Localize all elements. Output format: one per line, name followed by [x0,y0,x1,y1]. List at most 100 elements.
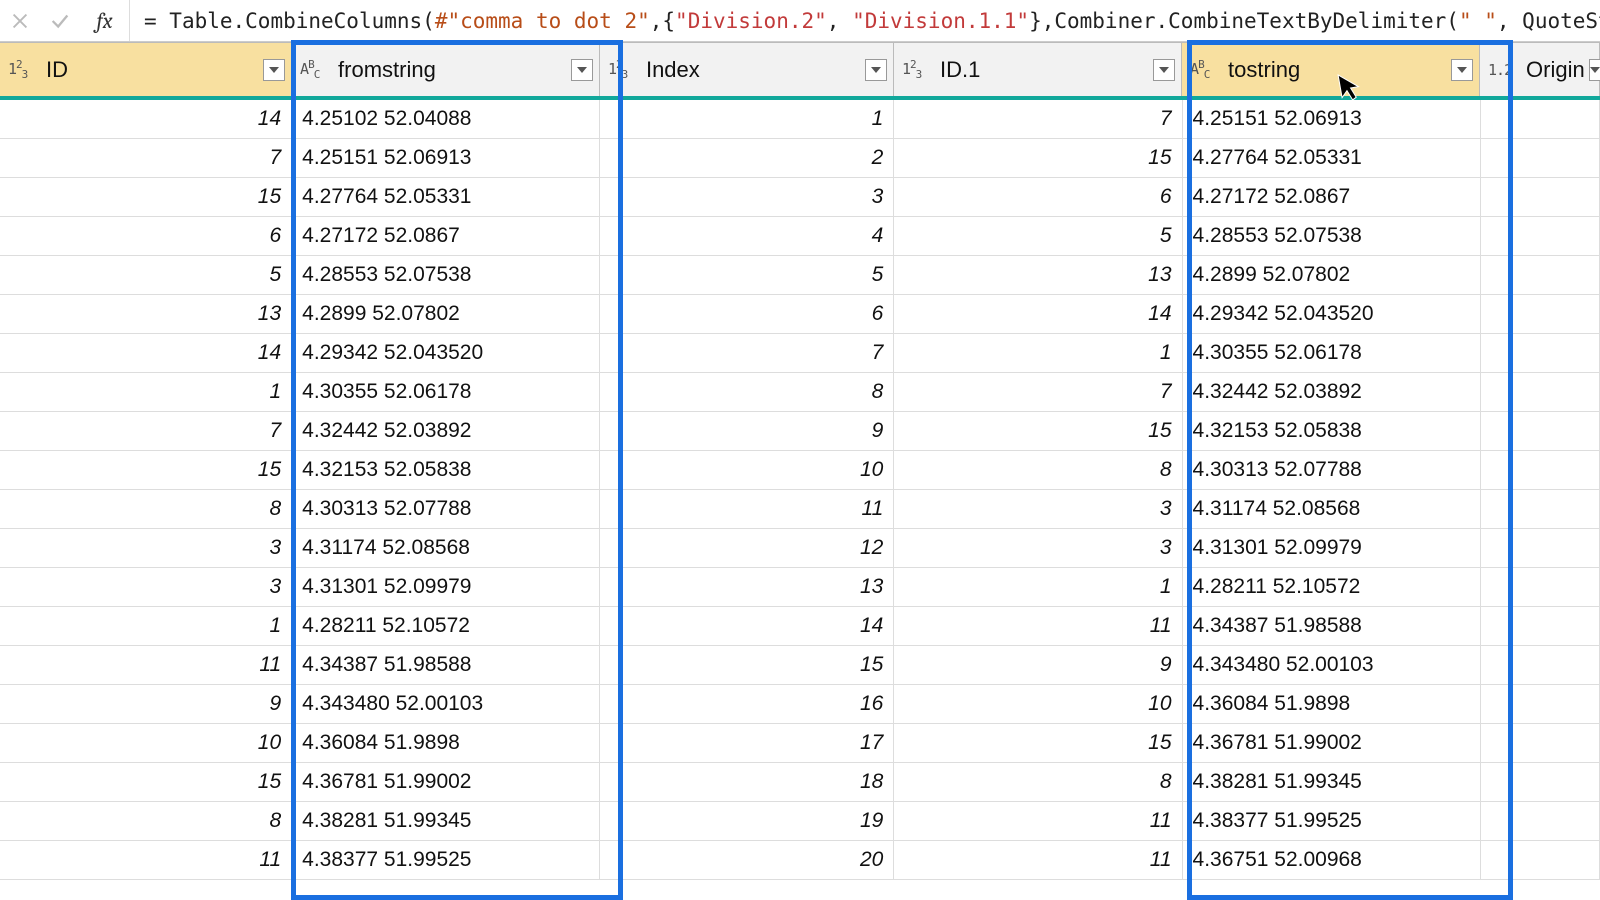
column-filter-dropdown[interactable] [1451,59,1473,81]
cell[interactable]: 7 [0,139,292,177]
text-type-icon[interactable]: ABC [300,58,330,81]
cell[interactable]: 11 [894,607,1182,645]
cell[interactable]: 7 [894,100,1182,138]
cell[interactable]: 3 [0,568,292,606]
column-header-id.1[interactable]: 123ID.1 [894,42,1182,96]
cell[interactable]: 6 [600,295,894,333]
cell[interactable]: 1 [0,607,292,645]
cell[interactable]: 16 [600,685,894,723]
cell[interactable] [1481,139,1600,177]
cell[interactable]: 11 [894,841,1182,879]
cell[interactable]: 14 [894,295,1182,333]
cell[interactable]: 7 [894,373,1182,411]
table-row[interactable]: 14.28211 52.1057214114.34387 51.98588 [0,607,1600,646]
cell[interactable]: 11 [0,841,292,879]
cell[interactable]: 1 [0,373,292,411]
column-header-index[interactable]: 123Index [600,42,894,96]
cell[interactable]: 9 [894,646,1182,684]
cell[interactable]: 4.36084 51.9898 [1183,685,1481,723]
table-row[interactable]: 14.30355 52.06178874.32442 52.03892 [0,373,1600,412]
cell[interactable]: 4.36084 51.9898 [292,724,600,762]
column-header-tostring[interactable]: ABCtostring [1182,42,1480,96]
column-filter-dropdown[interactable] [865,59,887,81]
cell[interactable]: 10 [0,724,292,762]
number-type-icon[interactable]: 123 [8,58,38,81]
cell[interactable]: 13 [894,256,1182,294]
column-filter-dropdown[interactable] [571,59,593,81]
cell[interactable]: 4.38377 51.99525 [1183,802,1481,840]
accept-formula-button[interactable] [40,0,80,42]
number-type-icon[interactable]: 123 [902,58,932,81]
cell[interactable]: 4.343480 52.00103 [292,685,600,723]
cell[interactable]: 8 [0,802,292,840]
table-row[interactable]: 94.343480 52.0010316104.36084 51.9898 [0,685,1600,724]
cell[interactable]: 14 [600,607,894,645]
cell[interactable]: 5 [0,256,292,294]
cell[interactable]: 4.30313 52.07788 [1183,451,1481,489]
cell[interactable] [1481,295,1600,333]
cell[interactable] [1481,334,1600,372]
column-filter-dropdown[interactable] [1153,59,1175,81]
cell[interactable]: 1 [600,100,894,138]
cell[interactable]: 4.32442 52.03892 [1183,373,1481,411]
cell[interactable]: 4.32153 52.05838 [292,451,600,489]
cell[interactable]: 4.28553 52.07538 [1183,217,1481,255]
cell[interactable]: 7 [600,334,894,372]
cell[interactable]: 4.38281 51.99345 [292,802,600,840]
table-row[interactable]: 74.25151 52.069132154.27764 52.05331 [0,139,1600,178]
table-row[interactable]: 154.27764 52.05331364.27172 52.0867 [0,178,1600,217]
cell[interactable]: 3 [894,529,1182,567]
cell[interactable] [1481,217,1600,255]
table-row[interactable]: 84.38281 51.9934519114.38377 51.99525 [0,802,1600,841]
column-header-id[interactable]: 123ID [0,42,292,96]
cell[interactable]: 8 [600,373,894,411]
cell[interactable]: 4.28211 52.10572 [292,607,600,645]
cell[interactable]: 4.30355 52.06178 [292,373,600,411]
cell[interactable]: 4.31174 52.08568 [292,529,600,567]
cell[interactable]: 11 [600,490,894,528]
cell[interactable]: 4.36781 51.99002 [292,763,600,801]
cell[interactable]: 4.27172 52.0867 [292,217,600,255]
cell[interactable]: 15 [894,724,1182,762]
table-row[interactable]: 74.32442 52.038929154.32153 52.05838 [0,412,1600,451]
cell[interactable]: 4.30355 52.06178 [1183,334,1481,372]
table-row[interactable]: 34.31174 52.085681234.31301 52.09979 [0,529,1600,568]
cell[interactable] [1481,373,1600,411]
cell[interactable] [1481,451,1600,489]
cell[interactable]: 8 [0,490,292,528]
cell[interactable]: 4 [600,217,894,255]
table-row[interactable]: 134.2899 52.078026144.29342 52.043520 [0,295,1600,334]
cell[interactable]: 12 [600,529,894,567]
number-type-icon[interactable]: 123 [608,58,638,81]
cell[interactable] [1481,841,1600,879]
cell[interactable]: 4.2899 52.07802 [292,295,600,333]
cell[interactable]: 15 [0,451,292,489]
cell[interactable]: 9 [0,685,292,723]
table-row[interactable]: 114.38377 51.9952520114.36751 52.00968 [0,841,1600,880]
cell[interactable]: 8 [894,451,1182,489]
table-row[interactable]: 84.30313 52.077881134.31174 52.08568 [0,490,1600,529]
cell[interactable]: 11 [0,646,292,684]
column-filter-dropdown[interactable] [263,59,285,81]
text-type-icon[interactable]: ABC [1190,58,1220,81]
cell[interactable] [1481,607,1600,645]
cell[interactable]: 6 [894,178,1182,216]
cell[interactable]: 2 [600,139,894,177]
column-filter-dropdown[interactable] [1589,59,1600,81]
cell[interactable]: 4.25151 52.06913 [1183,100,1481,138]
cell[interactable]: 4.29342 52.043520 [292,334,600,372]
cell[interactable] [1481,256,1600,294]
cell[interactable]: 3 [894,490,1182,528]
cell[interactable]: 4.27172 52.0867 [1183,178,1481,216]
cell[interactable] [1481,490,1600,528]
cell[interactable] [1481,568,1600,606]
table-row[interactable]: 114.34387 51.985881594.343480 52.00103 [0,646,1600,685]
cell[interactable] [1481,100,1600,138]
cell[interactable]: 1 [894,334,1182,372]
cell[interactable]: 4.31301 52.09979 [292,568,600,606]
cell[interactable]: 15 [894,412,1182,450]
cell[interactable] [1481,763,1600,801]
column-header-origin[interactable]: 1.2Origin [1480,42,1600,96]
cell[interactable]: 4.27764 52.05331 [1183,139,1481,177]
cell[interactable]: 4.31301 52.09979 [1183,529,1481,567]
